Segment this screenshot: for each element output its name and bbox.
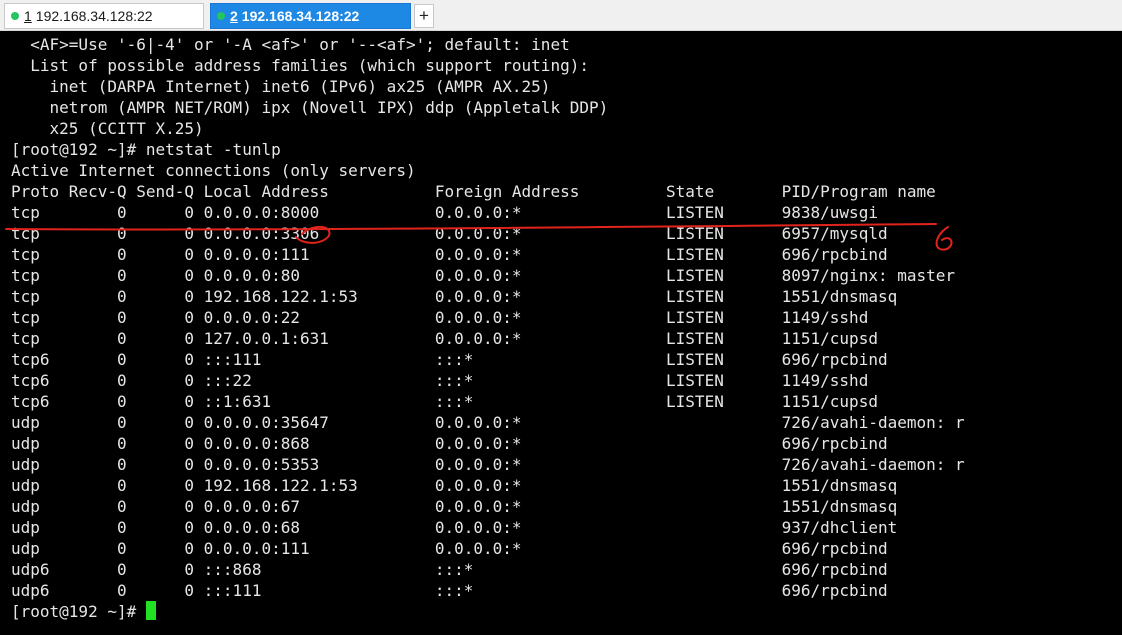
- netstat-row: tcp6 0 0 :::111 :::* LISTEN 696/rpcbind: [11, 350, 888, 369]
- netstat-row: udp 0 0 0.0.0.0:67 0.0.0.0:* 1551/dnsmas…: [11, 497, 898, 516]
- tab-bar: 1 192.168.34.128:22 2 192.168.34.128:22 …: [0, 0, 1122, 31]
- netstat-row: tcp 0 0 127.0.0.1:631 0.0.0.0:* LISTEN 1…: [11, 329, 878, 348]
- terminal-line: List of possible address families (which…: [11, 56, 589, 75]
- netstat-row: tcp 0 0 0.0.0.0:8000 0.0.0.0:* LISTEN 98…: [11, 203, 878, 222]
- netstat-row: udp 0 0 0.0.0.0:5353 0.0.0.0:* 726/avahi…: [11, 455, 965, 474]
- terminal-lines: <AF>=Use '-6|-4' or '-A <af>' or '--<af>…: [11, 34, 965, 622]
- shell-prompt: [root@192 ~]#: [11, 602, 146, 621]
- netstat-row: udp 0 0 192.168.122.1:53 0.0.0.0:* 1551/…: [11, 476, 898, 495]
- new-tab-button[interactable]: +: [414, 4, 434, 28]
- session-tab-1[interactable]: 1 192.168.34.128:22: [4, 3, 204, 29]
- netstat-row: udp 0 0 0.0.0.0:68 0.0.0.0:* 937/dhclien…: [11, 518, 898, 537]
- netstat-header-row: Proto Recv-Q Send-Q Local Address Foreig…: [11, 182, 936, 201]
- session-tab-2[interactable]: 2 192.168.34.128:22: [210, 3, 411, 29]
- netstat-row: tcp 0 0 192.168.122.1:53 0.0.0.0:* LISTE…: [11, 287, 898, 306]
- terminal-prompt-line[interactable]: [root@192 ~]#: [11, 601, 965, 622]
- terminal-output[interactable]: <AF>=Use '-6|-4' or '-A <af>' or '--<af>…: [0, 33, 1122, 635]
- terminal-cursor: [145, 601, 156, 620]
- terminal-line: inet (DARPA Internet) inet6 (IPv6) ax25 …: [11, 77, 551, 96]
- netstat-row: udp6 0 0 :::111 :::* 696/rpcbind: [11, 581, 888, 600]
- tab-index: 2: [230, 8, 238, 24]
- terminal-line: Active Internet connections (only server…: [11, 161, 416, 180]
- terminal-command-line: [root@192 ~]# netstat -tunlp: [11, 140, 281, 159]
- netstat-row: tcp6 0 0 ::1:631 :::* LISTEN 1151/cupsd: [11, 392, 878, 411]
- tab-title: 192.168.34.128:22: [35, 8, 153, 24]
- tab-title: 192.168.34.128:22: [241, 8, 360, 24]
- netstat-row: udp 0 0 0.0.0.0:111 0.0.0.0:* 696/rpcbin…: [11, 539, 888, 558]
- netstat-row: tcp 0 0 0.0.0.0:80 0.0.0.0:* LISTEN 8097…: [11, 266, 956, 285]
- netstat-row: tcp 0 0 0.0.0.0:111 0.0.0.0:* LISTEN 696…: [11, 245, 888, 264]
- netstat-row: tcp6 0 0 :::22 :::* LISTEN 1149/sshd: [11, 371, 869, 390]
- netstat-row: udp 0 0 0.0.0.0:868 0.0.0.0:* 696/rpcbin…: [11, 434, 888, 453]
- connected-status-icon: [11, 12, 19, 20]
- terminal-line: <AF>=Use '-6|-4' or '-A <af>' or '--<af>…: [11, 35, 570, 54]
- terminal-line: x25 (CCITT X.25): [11, 119, 204, 138]
- tab-index: 1: [24, 8, 32, 24]
- terminal-app-window: 1 192.168.34.128:22 2 192.168.34.128:22 …: [0, 0, 1122, 635]
- connected-status-icon: [217, 12, 225, 20]
- terminal-line: netrom (AMPR NET/ROM) ipx (Novell IPX) d…: [11, 98, 609, 117]
- netstat-row: tcp 0 0 0.0.0.0:22 0.0.0.0:* LISTEN 1149…: [11, 308, 869, 327]
- netstat-row: udp6 0 0 :::868 :::* 696/rpcbind: [11, 560, 888, 579]
- netstat-row: tcp 0 0 0.0.0.0:3306 0.0.0.0:* LISTEN 69…: [11, 224, 888, 243]
- netstat-row: udp 0 0 0.0.0.0:35647 0.0.0.0:* 726/avah…: [11, 413, 965, 432]
